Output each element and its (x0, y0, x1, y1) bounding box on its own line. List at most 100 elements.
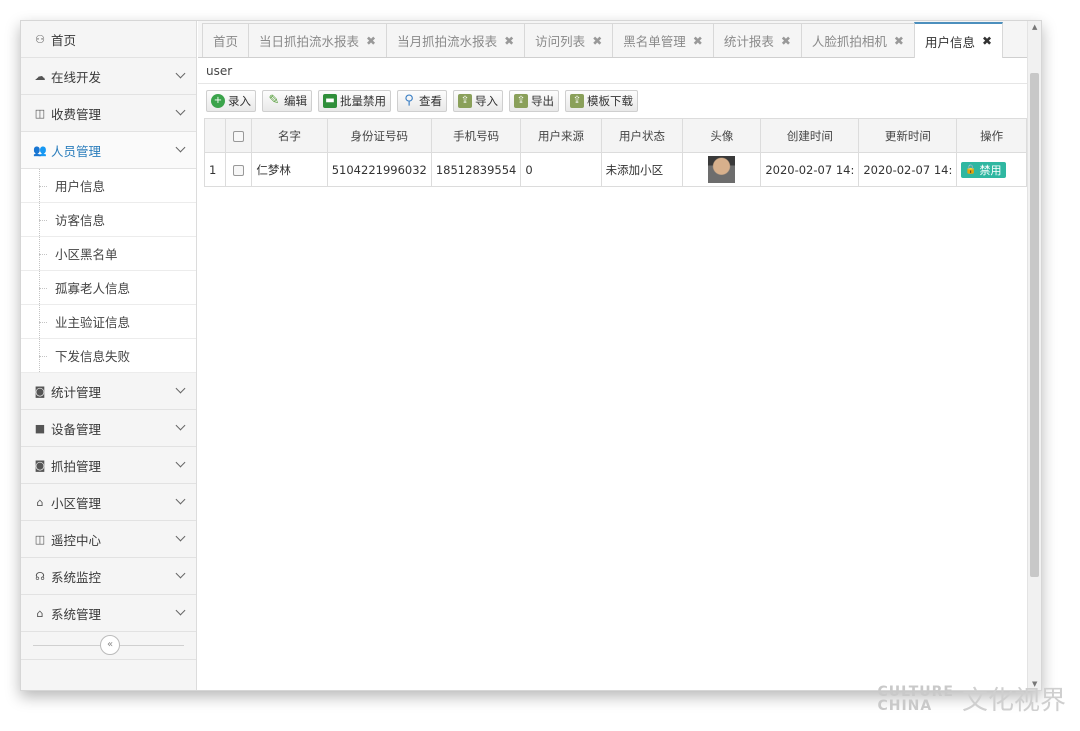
column-header: 操作 (956, 118, 1027, 153)
sidebar-collapse-bar: « (21, 632, 196, 660)
tab-label: 访问列表 (535, 34, 586, 49)
download-icon: ⇪ (570, 94, 584, 108)
sidebar-item-online-dev[interactable]: ☁ 在线开发 (21, 58, 196, 95)
table-row[interactable]: 1 仁梦林 5104221996032 18512839554 0 未添加小区 … (203, 152, 1027, 187)
add-icon: + (211, 94, 225, 108)
tab-visit-list[interactable]: 访问列表 ✖ (524, 23, 614, 57)
row-checkbox[interactable] (233, 164, 245, 176)
tab-label: 黑名单管理 (623, 34, 686, 49)
import-button[interactable]: ⇪ 导入 (453, 90, 503, 112)
sidebar-item-capture[interactable]: ◙ 抓拍管理 (21, 447, 196, 484)
column-header[interactable]: 创建时间 (760, 118, 860, 153)
cloud-icon: ☁ (34, 69, 46, 83)
home-icon: ⌂ (36, 495, 44, 509)
table-header-row: 名字 身份证号码 手机号码 用户来源 用户状态 头像 创建时间 更新时间 操作 (203, 118, 1027, 153)
chevron-down-icon (175, 420, 186, 431)
sidebar-subitem-visitor-info[interactable]: 访客信息 (21, 203, 196, 237)
collapse-sidebar-icon[interactable]: « (100, 635, 120, 655)
tab-home[interactable]: 首页 (202, 23, 250, 57)
vertical-scrollbar[interactable]: ▲ ▼ (1027, 21, 1041, 690)
close-icon[interactable]: ✖ (592, 34, 602, 48)
sidebar-item-label: 系统管理 (51, 606, 102, 622)
toolbar: + 录入 ✎ 编辑 ▬ 批量禁用 ⚲ 查看 ⇪ 导入 ⇪ 导出 ⇪ 模板下载 (198, 84, 1027, 118)
sidebar-item-remote-center[interactable]: ◫ 遥控中心 (21, 521, 196, 558)
column-header[interactable]: 用户来源 (520, 118, 602, 153)
scroll-up-icon[interactable]: ▲ (1032, 23, 1037, 31)
tab-label: 统计报表 (723, 34, 774, 49)
name-cell: 仁梦林 (251, 152, 328, 187)
user-table: 名字 身份证号码 手机号码 用户来源 用户状态 头像 创建时间 更新时间 操作 … (203, 118, 1027, 187)
sidebar-item-monitoring[interactable]: ☊ 系统监控 (21, 558, 196, 595)
column-header[interactable]: 用户状态 (600, 118, 684, 153)
scrollbar-thumb[interactable] (1030, 73, 1039, 577)
sidebar-item-home[interactable]: ⚇ 首页 (21, 21, 196, 58)
camera-icon: ◙ (34, 384, 46, 398)
close-icon[interactable]: ✖ (982, 34, 992, 48)
camera-icon: ◙ (34, 458, 46, 472)
select-all-header[interactable] (225, 118, 253, 153)
tab-daily-capture-report[interactable]: 当日抓拍流水报表 ✖ (248, 23, 388, 57)
tab-user-info[interactable]: 用户信息 ✖ (913, 22, 1004, 58)
sidebar-subitem-blacklist[interactable]: 小区黑名单 (21, 237, 196, 271)
chevron-down-icon (175, 383, 186, 394)
sidebar-subitem-elderly-info[interactable]: 孤寡老人信息 (21, 271, 196, 305)
sidebar-subitem-user-info[interactable]: 用户信息 (21, 169, 196, 203)
sidebar-item-billing[interactable]: ◫ 收费管理 (21, 95, 196, 132)
tab-label: 当月抓拍流水报表 (397, 34, 498, 49)
watermark: CULTURE CHINA 文化视界 (877, 680, 1066, 717)
view-button[interactable]: ⚲ 查看 (397, 90, 447, 112)
add-button[interactable]: + 录入 (206, 90, 256, 112)
status-cell: 未添加小区 (600, 152, 684, 187)
close-icon[interactable]: ✖ (894, 34, 904, 48)
chevron-down-icon (175, 68, 186, 79)
chevron-down-icon (175, 568, 186, 579)
column-header[interactable]: 手机号码 (430, 118, 522, 153)
button-label: 查看 (419, 94, 442, 108)
tab-blacklist[interactable]: 黑名单管理 ✖ (612, 23, 714, 57)
chevron-down-icon (175, 457, 186, 468)
column-header[interactable]: 更新时间 (858, 118, 958, 153)
sidebar-subitem-owner-verify[interactable]: 业主验证信息 (21, 305, 196, 339)
close-icon[interactable]: ✖ (781, 34, 791, 48)
tab-label: 首页 (213, 34, 239, 49)
sidebar-item-devices[interactable]: ■ 设备管理 (21, 410, 196, 447)
row-select-cell[interactable] (225, 152, 253, 187)
button-label: 导入 (475, 94, 498, 108)
tab-statistics-report[interactable]: 统计报表 ✖ (712, 23, 802, 57)
home-icon: ⌂ (36, 606, 44, 620)
sidebar-item-label: 统计管理 (51, 384, 102, 400)
close-icon[interactable]: ✖ (366, 34, 376, 48)
id-number-cell: 5104221996032 (326, 152, 432, 187)
headphones-icon: ☊ (35, 569, 45, 583)
sidebar-item-statistics[interactable]: ◙ 统计管理 (21, 373, 196, 410)
export-button[interactable]: ⇪ 导出 (509, 90, 559, 112)
sidebar-item-personnel[interactable]: 👥 人员管理 (21, 132, 196, 169)
sidebar-item-community[interactable]: ⌂ 小区管理 (21, 484, 196, 521)
chevron-down-icon (175, 531, 186, 542)
select-all-checkbox[interactable] (233, 130, 245, 142)
close-icon[interactable]: ✖ (693, 34, 703, 48)
sidebar-subitem-dispatch-failed[interactable]: 下发信息失败 (21, 339, 196, 373)
column-header[interactable]: 身份证号码 (326, 118, 432, 153)
batch-disable-button[interactable]: ▬ 批量禁用 (318, 90, 391, 112)
pencil-icon: ✎ (268, 93, 280, 108)
sidebar-item-system[interactable]: ⌂ 系统管理 (21, 595, 196, 632)
tab-monthly-capture-report[interactable]: 当月抓拍流水报表 ✖ (386, 23, 526, 57)
disable-button[interactable]: 🔒 禁用 (961, 162, 1006, 178)
personnel-submenu: 用户信息 访客信息 小区黑名单 孤寡老人信息 业主验证信息 下发信息失败 (21, 169, 196, 373)
tab-face-camera[interactable]: 人脸抓拍相机 ✖ (800, 23, 915, 57)
disable-button-label: 禁用 (979, 164, 1002, 177)
tab-bar: 首页 当日抓拍流水报表 ✖ 当月抓拍流水报表 ✖ 访问列表 ✖ 黑名单管理 ✖ … (198, 21, 1027, 58)
column-header[interactable]: 头像 (682, 118, 762, 153)
watermark-logo-text: CULTURE CHINA (877, 685, 954, 713)
avatar[interactable] (708, 156, 736, 183)
edit-button[interactable]: ✎ 编辑 (262, 90, 312, 112)
button-label: 编辑 (284, 94, 307, 108)
sidebar-item-label: 人员管理 (51, 143, 102, 159)
column-header[interactable]: 名字 (251, 118, 328, 153)
close-icon[interactable]: ✖ (504, 34, 514, 48)
template-download-button[interactable]: ⇪ 模板下载 (565, 90, 638, 112)
watermark-zh: 文化视界 (961, 686, 1066, 716)
tab-label: 人脸抓拍相机 (811, 34, 887, 49)
watermark-en-bottom: CHINA (877, 697, 933, 714)
